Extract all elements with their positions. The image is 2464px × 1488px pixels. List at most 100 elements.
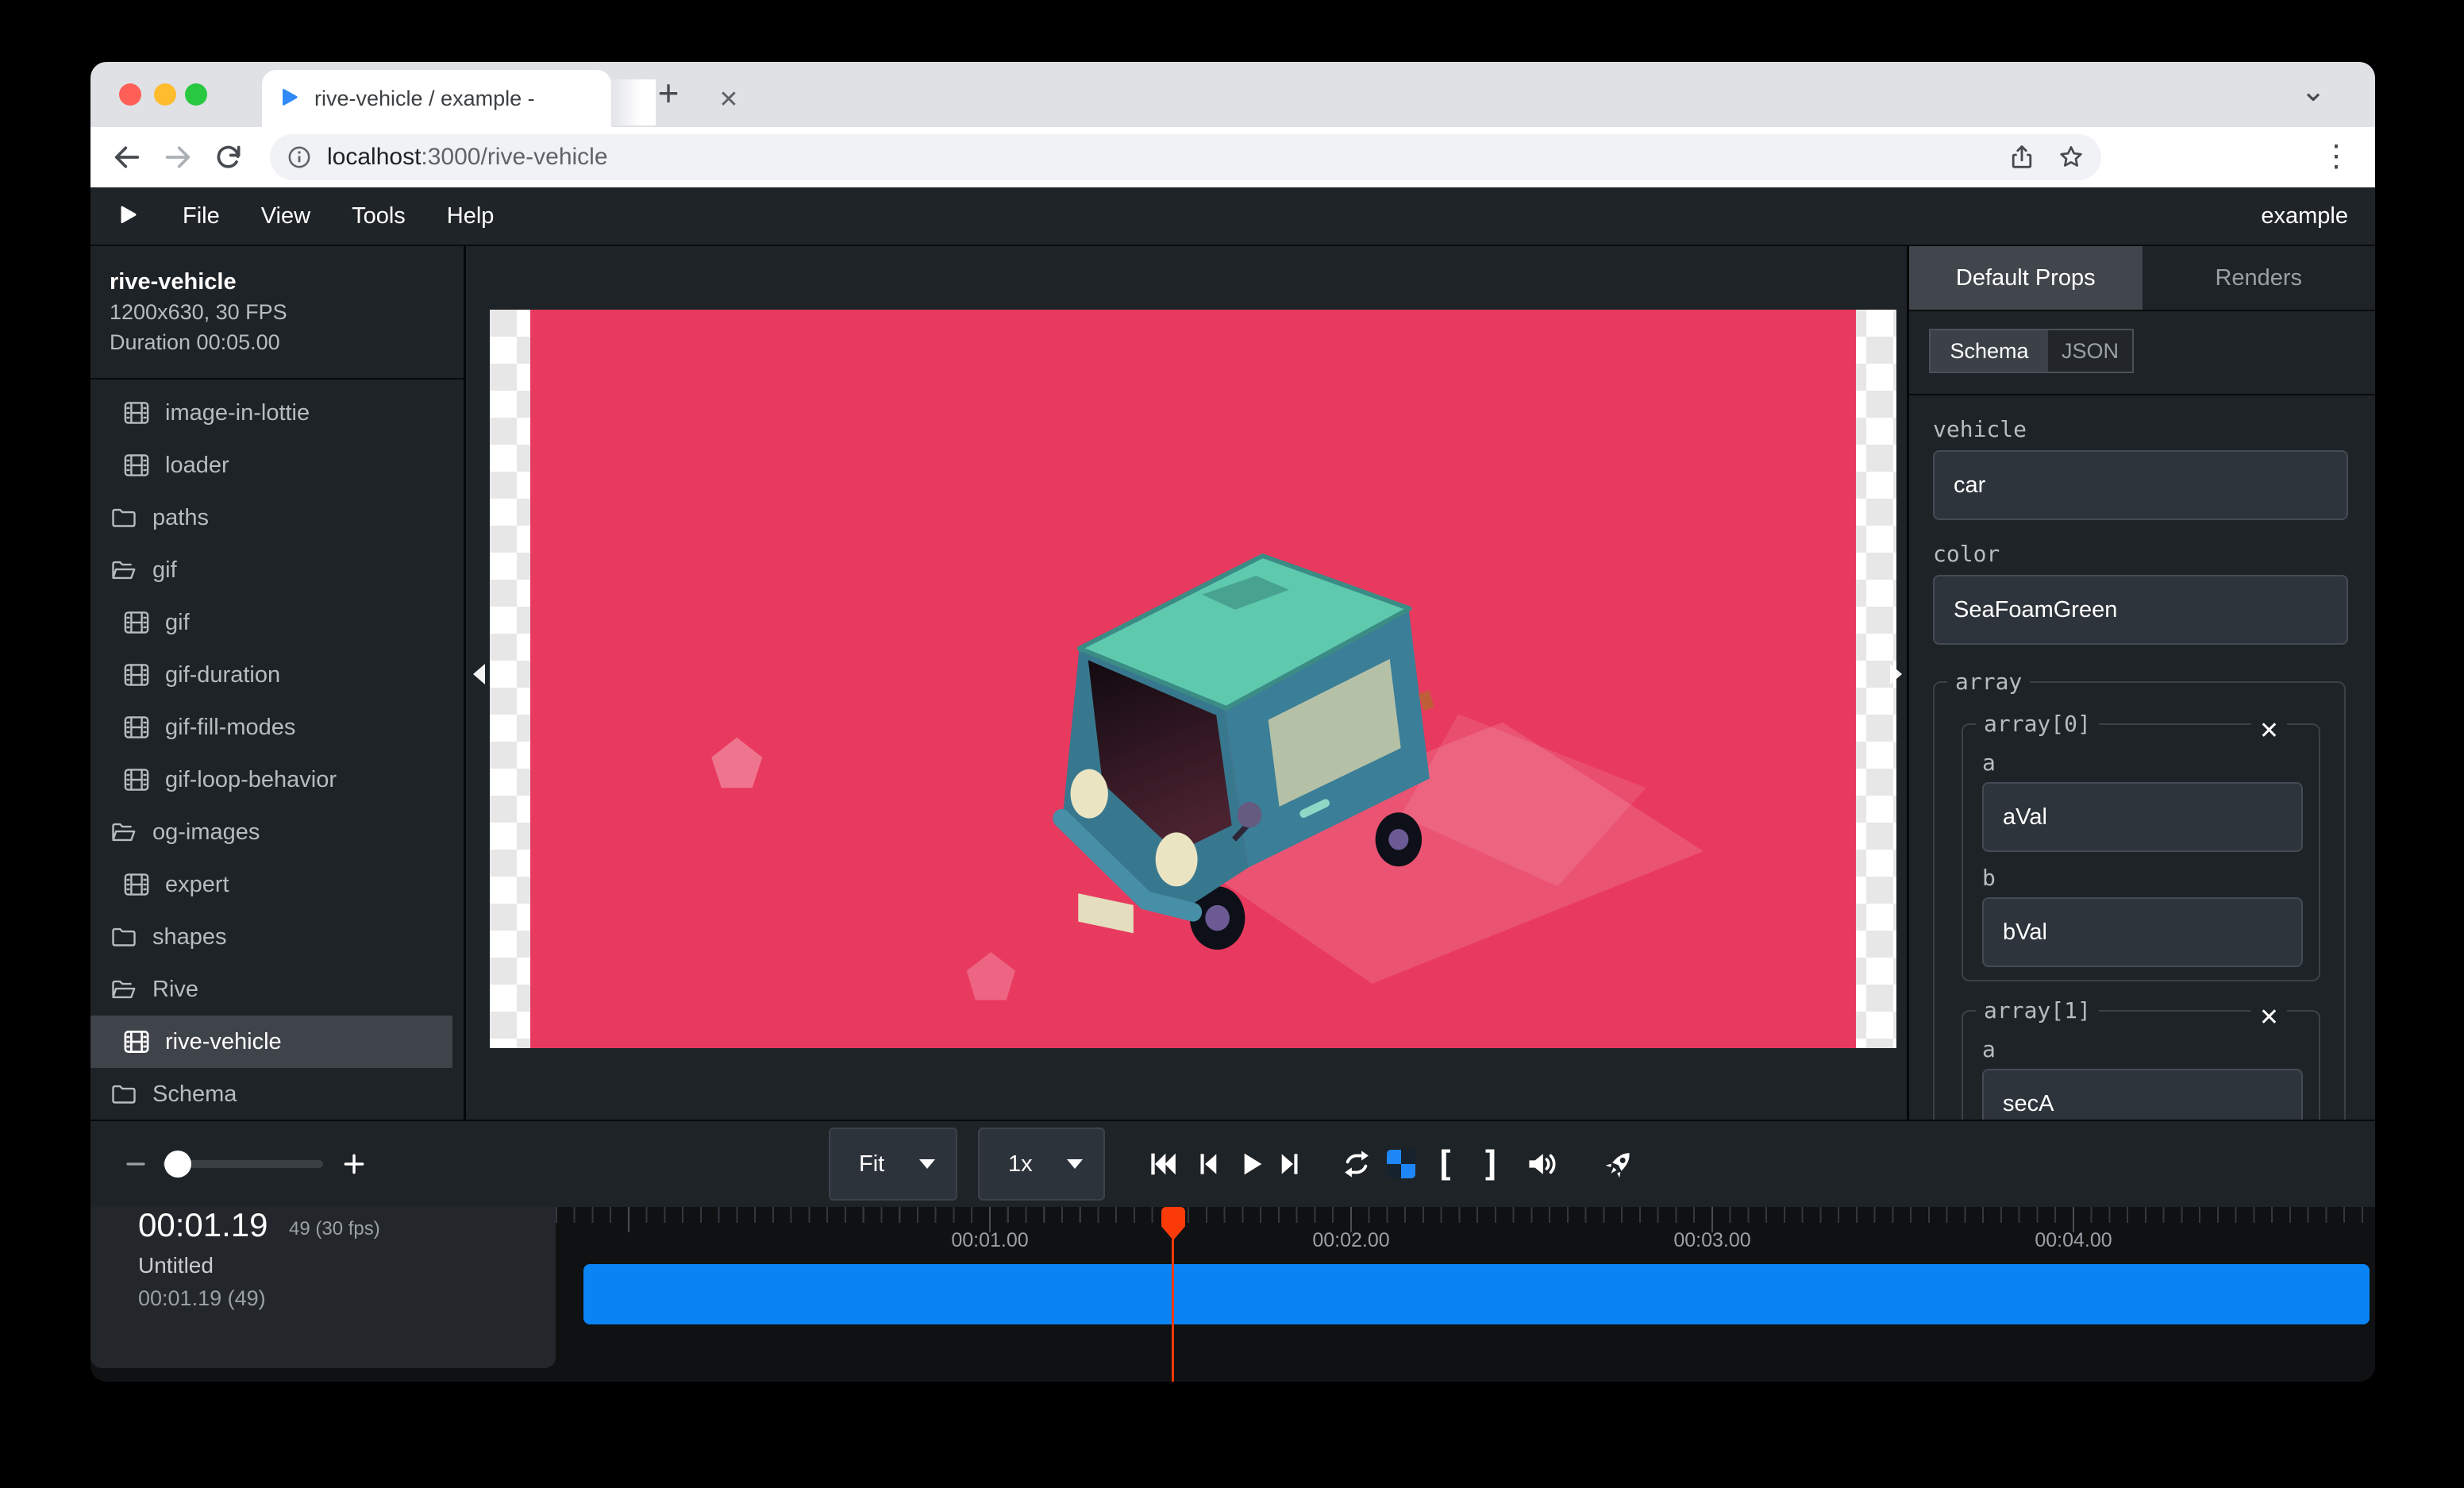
track-duration: 00:01.19 (49) (138, 1286, 266, 1311)
color-label: color (1933, 541, 2375, 567)
sidebar-item-label: image-in-lottie (165, 400, 310, 426)
sidebar-item-label: gif (152, 557, 177, 584)
sidebar-item-label: Rive (152, 977, 198, 1003)
zoom-window-button[interactable] (185, 83, 207, 106)
bookmark-star-icon[interactable] (2057, 143, 2085, 172)
next-frame-icon[interactable] (1275, 1149, 1305, 1179)
back-icon[interactable] (111, 141, 143, 173)
sidebar-item-loader[interactable]: loader (90, 439, 464, 492)
transparency-checkerboard-toggle-icon[interactable] (1387, 1150, 1415, 1178)
sidebar-item-label: gif-loop-behavior (165, 767, 337, 793)
timeline-track-bar[interactable] (583, 1264, 2370, 1324)
speed-select-value: 1x (1008, 1151, 1033, 1178)
array-0-a-input[interactable] (1982, 782, 2303, 852)
menu-view[interactable]: View (261, 203, 310, 229)
app-menubar: File View Tools Help example (90, 187, 2375, 246)
color-input[interactable] (1933, 575, 2348, 645)
current-time: 00:01.19 (138, 1207, 268, 1243)
menu-file[interactable]: File (183, 203, 220, 229)
zoom-in-plus-icon[interactable] (341, 1151, 367, 1177)
toggle-json[interactable]: JSON (2048, 330, 2132, 372)
play-icon[interactable] (1235, 1148, 1267, 1180)
array-1-remove-icon[interactable]: ✕ (2251, 1004, 2287, 1031)
share-icon[interactable] (2008, 143, 2036, 172)
caret-down-icon (919, 1159, 935, 1169)
browser-tab[interactable]: rive-vehicle / example - Remot ✕ (262, 70, 611, 127)
tab-renders[interactable]: Renders (2143, 246, 2376, 310)
sidebar-item-gif-duration[interactable]: gif-duration (90, 649, 464, 701)
array-0-remove-icon[interactable]: ✕ (2251, 718, 2287, 745)
track-name[interactable]: Untitled (138, 1253, 214, 1278)
vehicle-input[interactable] (1933, 450, 2348, 520)
props-divider (1909, 394, 2375, 395)
film-icon (122, 399, 151, 427)
folder-open-icon (110, 975, 138, 1004)
sidebar-folder-paths[interactable]: paths (90, 492, 464, 544)
timeline-ruler-major-ticks (628, 1207, 2375, 1232)
menu-tools[interactable]: Tools (352, 203, 406, 229)
film-icon (122, 870, 151, 899)
sidebar-item-label: shapes (152, 924, 227, 950)
in-point-bracket-icon[interactable]: [ (1434, 1144, 1456, 1185)
film-icon (122, 608, 151, 637)
toggle-schema[interactable]: Schema (1931, 330, 2048, 372)
array-1-legend: array[1] (1976, 997, 2099, 1023)
out-point-bracket-icon[interactable]: ] (1480, 1144, 1502, 1185)
sidebar-folder-og-images[interactable]: og-images (90, 806, 464, 858)
sidebar-folder-shapes[interactable]: shapes (90, 911, 464, 963)
zoom-slider-thumb[interactable] (164, 1151, 191, 1178)
timeline-info-panel: 00:01.19 49 (30 fps) Untitled 00:01.19 (… (90, 1207, 556, 1368)
tab-close-icon[interactable]: ✕ (714, 86, 743, 114)
array-1-a-input[interactable] (1982, 1069, 2303, 1120)
sidebar-item-label: og-images (152, 819, 260, 846)
array-0-a-label: a (1982, 750, 2319, 776)
sidebar-folder-schema[interactable]: Schema (90, 1068, 464, 1120)
speed-select[interactable]: 1x (978, 1128, 1105, 1201)
sidebar-folder-rive[interactable]: Rive (90, 963, 464, 1016)
caret-down-icon (1067, 1159, 1083, 1169)
sidebar-item-image-in-lottie[interactable]: image-in-lottie (90, 387, 464, 439)
sidebar-item-gif-loop-behavior[interactable]: gif-loop-behavior (90, 754, 464, 806)
zoom-out-minus-icon[interactable] (124, 1152, 148, 1176)
sidebar-item-label: rive-vehicle (165, 1029, 282, 1055)
array-0-b-input[interactable] (1982, 897, 2303, 967)
sidebar-item-gif[interactable]: gif (90, 596, 464, 649)
loop-icon[interactable] (1340, 1147, 1373, 1181)
volume-icon[interactable] (1524, 1147, 1559, 1182)
props-panel: Default Props Renders Schema JSON vehicl… (1909, 246, 2375, 1120)
expand-panel-icon[interactable] (1890, 664, 1902, 684)
preview-area (466, 246, 1909, 1120)
current-frame-info: 49 (30 fps) (289, 1218, 380, 1240)
playhead-handle[interactable] (1161, 1207, 1185, 1240)
fast-refresh-rocket-icon[interactable] (1602, 1147, 1637, 1182)
sidebar-item-expert[interactable]: expert (90, 858, 464, 911)
browser-menu-kebab-icon[interactable]: ⋮ (2321, 133, 2351, 179)
sidebar-item-label: Schema (152, 1081, 237, 1108)
sidebar-item-label: gif-fill-modes (165, 715, 295, 741)
folder-open-icon (110, 818, 138, 846)
close-window-button[interactable] (119, 83, 141, 106)
reload-icon[interactable] (213, 141, 244, 173)
vehicle-label: vehicle (1933, 416, 2375, 442)
previous-frame-icon[interactable] (1193, 1149, 1223, 1179)
new-tab-icon[interactable]: + (646, 71, 691, 114)
sidebar-item-rive-vehicle[interactable]: rive-vehicle (90, 1016, 452, 1068)
film-icon (122, 713, 151, 742)
forward-icon[interactable] (162, 141, 194, 173)
collapse-sidebar-icon[interactable] (473, 664, 485, 684)
site-info-icon[interactable] (286, 144, 313, 171)
minimize-window-button[interactable] (154, 83, 176, 106)
ruler-label: 00:03.00 (1673, 1229, 1750, 1252)
sidebar-item-gif-fill-modes[interactable]: gif-fill-modes (90, 701, 464, 754)
tab-strip: rive-vehicle / example - Remot ✕ + ⌄ (90, 62, 2375, 127)
size-select[interactable]: Fit (829, 1128, 957, 1201)
tab-search-chevron-down-icon[interactable]: ⌄ (2300, 73, 2326, 109)
url-field[interactable]: localhost:3000/rive-vehicle (270, 134, 2101, 180)
skip-to-start-icon[interactable] (1147, 1148, 1179, 1180)
sidebar-folder-gif[interactable]: gif (90, 544, 464, 596)
size-select-value: Fit (859, 1151, 884, 1178)
menu-help[interactable]: Help (447, 203, 495, 229)
props-tabs: Default Props Renders (1909, 246, 2375, 311)
tab-title: rive-vehicle / example - Remot (314, 87, 537, 111)
tab-default-props[interactable]: Default Props (1909, 246, 2143, 310)
